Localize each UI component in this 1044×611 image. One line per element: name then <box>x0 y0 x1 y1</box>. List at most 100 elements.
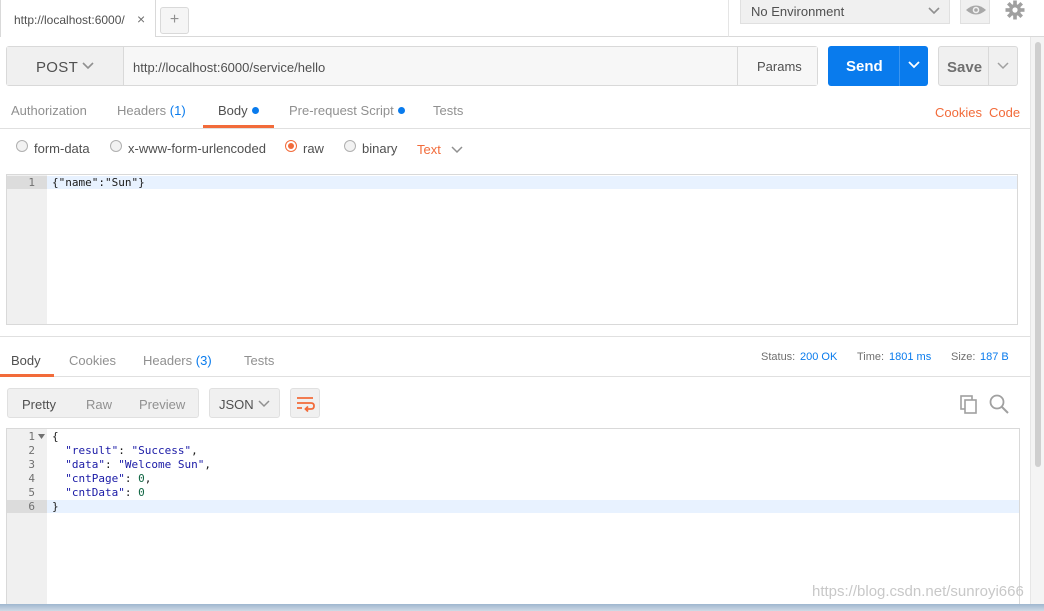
radio-form-data[interactable] <box>16 140 28 152</box>
save-button[interactable]: Save <box>938 46 989 86</box>
save-label: Save <box>947 59 983 76</box>
tab-headers-label: Headers <box>117 103 167 118</box>
json-key: "cntData" <box>65 486 125 499</box>
send-options-button[interactable] <box>899 46 928 86</box>
method-select[interactable]: POST <box>7 47 124 85</box>
response-format-select[interactable]: JSON <box>209 388 280 418</box>
new-tab-button[interactable]: + <box>160 7 189 34</box>
json-value: "Welcome Sun" <box>118 458 205 471</box>
wrap-lines-icon <box>297 397 315 413</box>
size-label: Size: <box>951 351 976 363</box>
size-value[interactable]: 187 B <box>980 351 1009 363</box>
code-line: { <box>52 430 59 443</box>
json-key: "result" <box>65 444 119 457</box>
radio-binary[interactable] <box>344 140 356 152</box>
tab-body-label: Body <box>218 103 248 118</box>
params-button[interactable]: Params <box>737 47 817 85</box>
status-label: Status: <box>761 351 796 363</box>
method-label: POST <box>36 59 79 76</box>
search-response-button[interactable] <box>988 393 1010 415</box>
line-number: 4 <box>28 472 35 485</box>
wrap-lines-button[interactable] <box>290 388 320 418</box>
request-body-editor[interactable]: 1 {"name":"Sun"} <box>6 174 1018 325</box>
line-number: 1 <box>28 176 35 189</box>
fold-arrow-icon[interactable] <box>38 434 45 440</box>
tab-authorization[interactable]: Authorization <box>11 103 87 118</box>
response-tab-body[interactable]: Body <box>11 353 41 368</box>
chevron-down-icon <box>928 7 940 15</box>
tab-tests[interactable]: Tests <box>433 103 463 118</box>
response-tab-cookies[interactable]: Cookies <box>69 353 116 368</box>
urlencoded-label: x-www-form-urlencoded <box>128 141 266 156</box>
eye-icon <box>966 5 986 15</box>
json-key: "cntPage" <box>65 472 125 485</box>
response-headers-count: (3) <box>195 353 212 368</box>
active-line <box>47 500 1019 513</box>
prerequest-indicator-dot <box>397 107 405 114</box>
url-input[interactable]: http://localhost:6000/service/hello <box>125 47 737 85</box>
watermark: https://blog.csdn.net/sunroyi666 <box>812 583 1024 600</box>
copy-response-button[interactable] <box>958 393 980 415</box>
radio-urlencoded[interactable] <box>110 140 122 152</box>
code-line: } <box>52 500 59 513</box>
chevron-down-icon <box>997 62 1009 70</box>
search-icon <box>989 394 1009 414</box>
line-number: 3 <box>28 458 35 471</box>
binary-label: binary <box>362 141 398 156</box>
cookies-link[interactable]: Cookies <box>935 105 982 120</box>
form-data-label: form-data <box>34 141 90 156</box>
format-label: JSON <box>219 397 254 412</box>
save-options-button[interactable] <box>988 46 1018 86</box>
close-icon[interactable]: × <box>137 11 145 27</box>
scrollbar-thumb[interactable] <box>1035 42 1041 467</box>
line-number: 6 <box>28 500 35 513</box>
code-line: "cntPage": 0, <box>65 472 152 485</box>
headers-count: (1) <box>169 103 186 118</box>
json-value: "Success" <box>131 444 192 457</box>
tab-prerequest-script[interactable]: Pre-request Script <box>289 103 405 118</box>
json-value: 0 <box>138 486 145 499</box>
tab-prerequest-label: Pre-request Script <box>289 103 394 118</box>
chevron-down-icon <box>451 146 463 154</box>
raw-type-select[interactable]: Text <box>417 142 441 157</box>
chevron-down-icon <box>82 62 94 70</box>
time-value[interactable]: 1801 ms <box>889 351 931 363</box>
view-raw-button[interactable]: Raw <box>86 397 112 412</box>
request-tabs: Authorization Headers (1) Body Pre-reque… <box>0 96 1030 129</box>
line-number: 5 <box>28 486 35 499</box>
environment-quick-look-button[interactable] <box>960 0 990 24</box>
code-line: {"name":"Sun"} <box>52 176 145 189</box>
response-active-underline <box>0 374 54 377</box>
view-preview-button[interactable]: Preview <box>139 397 185 412</box>
json-value: 0 <box>138 472 145 485</box>
postman-window: http://localhost:6000/ × + No Environmen… <box>0 0 1044 611</box>
vertical-scrollbar[interactable] <box>1030 37 1044 611</box>
view-pretty-button[interactable]: Pretty <box>22 397 56 412</box>
response-tab-headers[interactable]: Headers (3) <box>143 353 212 368</box>
tab-headers[interactable]: Headers (1) <box>117 103 186 118</box>
environment-label: No Environment <box>751 4 845 19</box>
code-line: "cntData": 0 <box>65 486 145 499</box>
time-label: Time: <box>857 351 885 363</box>
code-line: "data": "Welcome Sun", <box>65 458 211 471</box>
send-button[interactable]: Send <box>828 46 900 86</box>
settings-button[interactable] <box>1000 0 1030 24</box>
gear-icon <box>1005 0 1025 20</box>
code-link[interactable]: Code <box>989 105 1020 120</box>
environment-select[interactable]: No Environment <box>740 0 950 24</box>
response-headers-label: Headers <box>143 353 193 368</box>
raw-label: raw <box>303 141 324 156</box>
line-number: 2 <box>28 444 35 457</box>
window-bottom-edge <box>0 604 1044 611</box>
response-tab-tests[interactable]: Tests <box>244 353 274 368</box>
status-value[interactable]: 200 OK <box>800 351 837 363</box>
json-key: "data" <box>65 458 105 471</box>
active-tab-underline <box>203 125 274 128</box>
radio-raw[interactable] <box>285 140 297 152</box>
send-label: Send <box>846 58 883 75</box>
active-line <box>47 176 1017 189</box>
tab-body[interactable]: Body <box>218 103 259 118</box>
tab-strip: http://localhost:6000/ × + <box>0 0 728 37</box>
request-tab[interactable]: http://localhost:6000/ × <box>0 0 156 37</box>
editor-gutter <box>7 175 47 324</box>
